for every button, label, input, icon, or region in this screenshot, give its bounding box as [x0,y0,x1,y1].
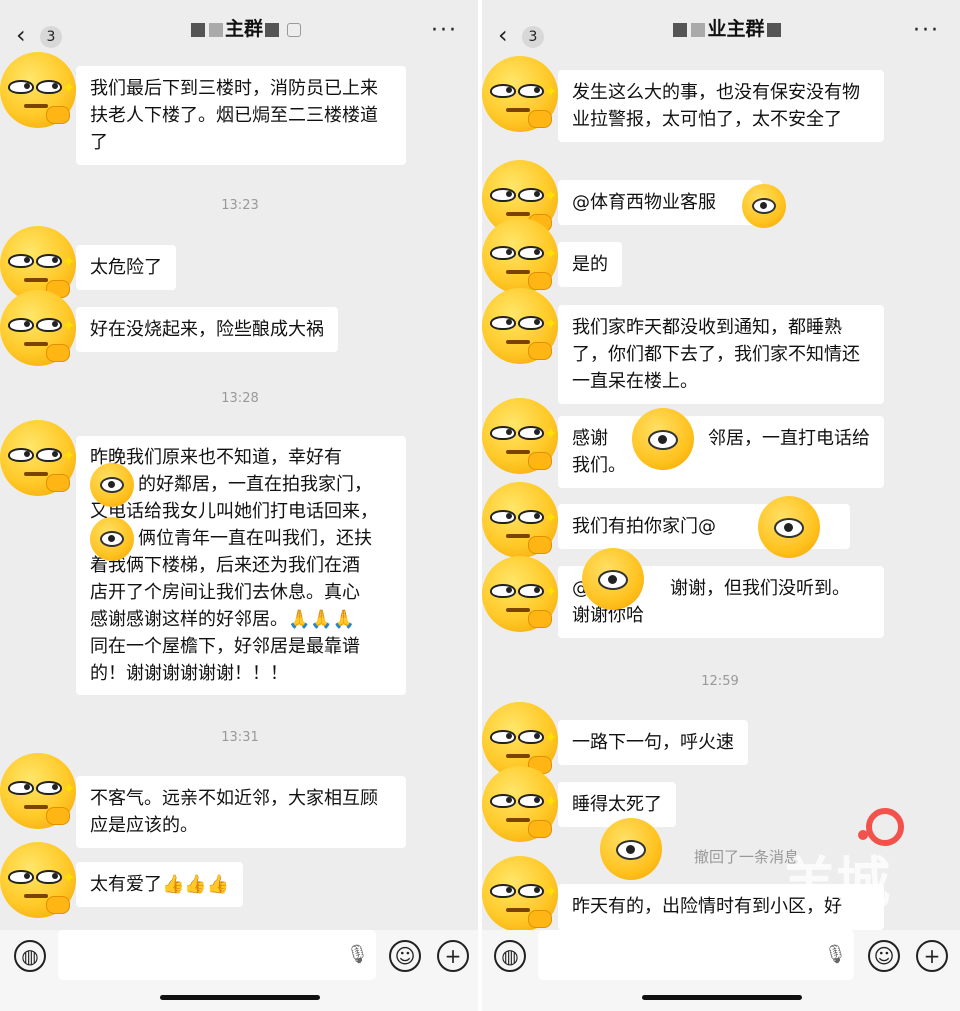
message-bubble[interactable]: 昨晚我们原来也不知道，幸好有 的好鄰居，一直在拍我家门， 又电话给我女儿叫她们打… [76,436,406,695]
message-input[interactable]: 🎙 [58,930,376,980]
sticker-emoji-icon [90,463,134,507]
sticker-emoji-icon [758,496,820,558]
timestamp: 12:59 [701,674,739,689]
message-line: 俩位青年一直在叫我们，还扶 [90,517,392,561]
avatar[interactable]: ✦ [0,52,80,132]
message-line: 昨晚我们原来也不知道，幸好有 [90,447,342,468]
avatar[interactable]: ✦ [0,842,80,922]
message-bubble[interactable]: 感谢 邻居，一直打电话给我们。 [558,416,884,488]
more-icon[interactable]: ··· [431,18,458,43]
redacted-block [691,22,706,37]
message-line: 同在一个屋檐下，好邻居是最靠谱 [90,636,360,657]
avatar[interactable]: ✦ [482,288,562,368]
avatar[interactable]: ✦ [482,398,562,478]
redacted-block [766,22,781,37]
avatar[interactable]: ✦ [482,556,562,636]
plus-icon[interactable]: + [437,940,469,972]
emoji-icon[interactable]: ☺ [389,940,421,972]
message-line: 感谢感谢这样的好邻居。🙏🙏🙏 [90,609,356,630]
home-indicator [642,995,802,1000]
message-line: 的好鄰居，一直在拍我家门， [90,463,392,507]
home-indicator [160,995,320,1000]
avatar[interactable]: ✦ [482,482,562,562]
message-bubble[interactable]: 我们最后下到三楼时，消防员已上来扶老人下楼了。烟已焗至二三楼楼道了 [76,66,406,165]
chevron-left-icon[interactable]: ‹ [498,22,524,48]
message-bubble[interactable]: 太危险了 [76,245,176,290]
avatar[interactable]: ✦ [0,753,80,833]
input-bar: ◍ 🎙 ☺ + [0,930,478,1011]
microphone-icon[interactable]: 🎙 [346,944,369,966]
sticker-emoji-icon [582,548,644,610]
chat-window-right: ‹ 3 业主群 ··· ✦ 发生这么大的事，也没有保安没有物业拉警报，太可怕了，… [482,0,960,1011]
input-bar: ◍ 🎙 ☺ + [482,930,960,1011]
message-text: 感谢 [572,428,608,449]
plus-icon[interactable]: + [916,940,948,972]
chat-window-left: ‹ 3 主群 ··· ✦ 我们最后下到三楼时，消防员已上来扶老人下楼了。烟已焗至… [0,0,478,1011]
message-text: @体育西物业客服 [572,192,716,213]
chevron-left-icon[interactable]: ‹ [16,22,42,48]
timestamp: 13:23 [221,198,259,213]
timestamp: 13:31 [221,730,259,745]
redacted-block [190,22,205,37]
message-bubble[interactable]: 太有爱了👍👍👍 [76,862,244,907]
redacted-block [265,22,279,37]
message-bubble[interactable]: @体育西物业客服 [558,180,762,225]
message-bubble[interactable]: 发生这么大的事，也没有保安没有物业拉警报，太可怕了，太不安全了 [558,70,884,142]
group-title-text: 业主群 [707,18,765,40]
watermark-text: 羊城 [782,850,890,914]
message-line: 又电话给我女儿叫她们打电话回来， [90,501,378,522]
message-line: 的！谢谢谢谢谢谢！！！ [90,663,288,684]
redacted-block [673,22,688,37]
group-title-text: 主群 [224,18,263,40]
message-text: 谢谢，但我们没听到。 [670,578,850,599]
unread-badge: 3 [40,26,62,48]
message-bubble[interactable]: 好在没烧起来，险些酿成大祸 [76,307,338,352]
sticker-emoji-icon [600,818,662,880]
message-line: 店开了个房间让我们去休息。真心 [90,582,360,603]
sticker-emoji-icon [90,517,134,561]
message-bubble[interactable]: 我们家昨天都没收到通知，都睡熟了，你们都下去了，我们家不知情还一直呆在楼上。 [558,305,884,404]
avatar[interactable]: ✦ [482,56,562,136]
unread-badge: 3 [522,26,544,48]
message-bubble[interactable]: 是的 [558,242,622,287]
microphone-icon[interactable]: 🎙 [824,944,847,966]
sticker-emoji-icon [742,184,786,228]
avatar[interactable]: ✦ [482,766,562,846]
timestamp: 13:28 [221,391,259,406]
message-bubble[interactable]: 不客气。远亲不如近邻，大家相互顾应是应该的。 [76,776,406,848]
group-title: 主群 [150,14,340,41]
message-line-text: 的好鄰居，一直在拍我家门， [138,474,372,495]
voice-icon[interactable]: ◍ [494,940,526,972]
message-input[interactable]: 🎙 [538,930,854,980]
message-bubble[interactable]: 一路下一句，呼火速 [558,720,748,765]
message-line: 着我俩下楼梯，后来还为我们在酒 [90,555,360,576]
avatar[interactable]: ✦ [482,218,562,298]
group-title: 业主群 [632,14,822,41]
voice-icon[interactable]: ◍ [14,940,46,972]
message-line-text: 俩位青年一直在叫我们，还扶 [138,528,372,549]
sticker-emoji-icon [632,408,694,470]
message-text: 邻居，一直打电话给我们。 [572,428,870,476]
more-icon[interactable]: ··· [913,18,940,43]
mute-icon [287,22,301,37]
avatar[interactable]: ✦ [0,290,80,370]
redacted-block [208,22,223,37]
avatar[interactable]: ✦ [482,856,562,936]
emoji-icon[interactable]: ☺ [868,940,900,972]
avatar[interactable]: ✦ [0,420,80,500]
